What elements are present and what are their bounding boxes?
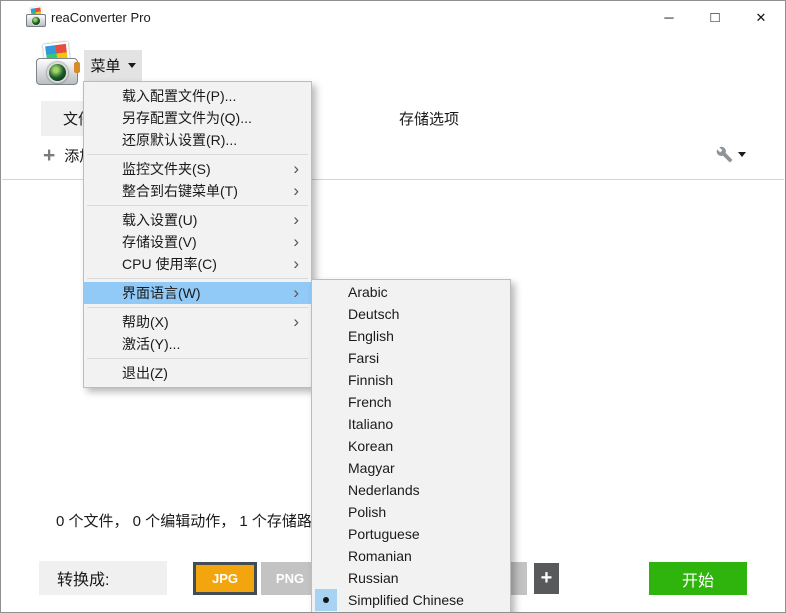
- tab-save-options-label: 存储选项: [399, 108, 459, 129]
- menu-separator: [87, 358, 308, 359]
- menu-item-label: 另存配置文件为(Q)...: [122, 108, 252, 128]
- menu-item-label: 激活(Y)...: [122, 334, 180, 354]
- menu-separator: [87, 278, 308, 279]
- menu-button-label: 菜单: [90, 55, 120, 76]
- menu-item[interactable]: 另存配置文件为(Q)...: [84, 107, 311, 129]
- language-item-label: Italiano: [348, 416, 393, 432]
- chevron-down-icon: [128, 63, 136, 68]
- menu-button[interactable]: 菜单: [84, 50, 142, 81]
- menu-item[interactable]: 界面语言(W) ›: [84, 282, 311, 304]
- menu-item[interactable]: 载入配置文件(P)...: [84, 85, 311, 107]
- menu-item[interactable]: 整合到右键菜单(T) ›: [84, 180, 311, 202]
- chevron-right-icon: ›: [293, 159, 299, 179]
- language-item[interactable]: Romanian: [312, 545, 510, 567]
- language-item[interactable]: Nederlands: [312, 479, 510, 501]
- chevron-right-icon: ›: [293, 254, 299, 274]
- language-item[interactable]: Simplified Chinese: [312, 589, 510, 611]
- language-item[interactable]: Magyar: [312, 457, 510, 479]
- menu-item[interactable]: 帮助(X) ›: [84, 311, 311, 333]
- language-item-label: Magyar: [348, 460, 395, 476]
- language-submenu-popup: Arabic Deutsch English Farsi Finnish French It…: [311, 279, 511, 613]
- roller-icon: [74, 62, 80, 73]
- language-item[interactable]: Portuguese: [312, 523, 510, 545]
- language-item[interactable]: Italiano: [312, 413, 510, 435]
- menu-item[interactable]: 存储设置(V) ›: [84, 231, 311, 253]
- language-item-label: Nederlands: [348, 482, 420, 498]
- menu-item[interactable]: CPU 使用率(C) ›: [84, 253, 311, 275]
- convert-to-label: 转换成:: [39, 561, 167, 595]
- start-button[interactable]: 开始: [649, 562, 747, 595]
- language-item[interactable]: Finnish: [312, 369, 510, 391]
- format-button-jpg[interactable]: JPG: [193, 562, 257, 595]
- language-item[interactable]: Korean: [312, 435, 510, 457]
- maximize-button[interactable]: □: [692, 2, 738, 33]
- language-item[interactable]: Arabic: [312, 281, 510, 303]
- window-title: reaConverter Pro: [51, 10, 151, 25]
- language-item-label: Arabic: [348, 284, 388, 300]
- menu-popup: 载入配置文件(P)...另存配置文件为(Q)...还原默认设置(R)... 监控文…: [83, 81, 312, 388]
- menu-item-label: 载入设置(U): [122, 210, 197, 230]
- plus-icon: +: [43, 145, 55, 166]
- language-item-label: Deutsch: [348, 306, 399, 322]
- add-format-button[interactable]: +: [534, 563, 559, 594]
- menu-item[interactable]: 激活(Y)...: [84, 333, 311, 355]
- menu-separator: [87, 154, 308, 155]
- language-item-label: Polish: [348, 504, 386, 520]
- menu-item-label: 存储设置(V): [122, 232, 197, 252]
- language-item-label: Simplified Chinese: [348, 592, 464, 608]
- menu-item[interactable]: 退出(Z): [84, 362, 311, 384]
- language-item-label: Finnish: [348, 372, 393, 388]
- menu-item[interactable]: 载入设置(U) ›: [84, 209, 311, 231]
- language-item[interactable]: French: [312, 391, 510, 413]
- menu-item[interactable]: 还原默认设置(R)...: [84, 129, 311, 151]
- minimize-button[interactable]: ─: [646, 2, 692, 33]
- menu-item-label: 界面语言(W): [122, 283, 201, 303]
- language-item[interactable]: Farsi: [312, 347, 510, 369]
- menu-item-label: 载入配置文件(P)...: [122, 86, 236, 106]
- chevron-right-icon: ›: [293, 312, 299, 332]
- chevron-right-icon: ›: [293, 210, 299, 230]
- menu-item[interactable]: 监控文件夹(S) ›: [84, 158, 311, 180]
- language-item-label: Korean: [348, 438, 393, 454]
- language-item-label: Russian: [348, 570, 399, 586]
- language-item[interactable]: English: [312, 325, 510, 347]
- tab-save-options[interactable]: 存储选项: [366, 101, 492, 136]
- language-item-label: English: [348, 328, 394, 344]
- chevron-right-icon: ›: [293, 283, 299, 303]
- language-item[interactable]: Russian: [312, 567, 510, 589]
- language-item[interactable]: Deutsch: [312, 303, 510, 325]
- file-options-button[interactable]: [712, 141, 750, 167]
- menu-item-label: 帮助(X): [122, 312, 169, 332]
- menu-item-label: CPU 使用率(C): [122, 254, 217, 274]
- language-item[interactable]: Polish: [312, 501, 510, 523]
- language-item-label: Portuguese: [348, 526, 420, 542]
- language-item-label: Farsi: [348, 350, 379, 366]
- window-controls: ─ □ ✕: [646, 2, 784, 33]
- camera-lens-icon: [31, 16, 41, 26]
- app-logo: [34, 43, 80, 89]
- menu-separator: [87, 307, 308, 308]
- camera-lens-icon: [47, 62, 68, 83]
- menu-item-label: 还原默认设置(R)...: [122, 130, 237, 150]
- language-item-label: French: [348, 394, 392, 410]
- menu-separator: [87, 205, 308, 206]
- chevron-down-icon: [738, 152, 746, 157]
- app-icon: [26, 7, 46, 27]
- language-item-label: Romanian: [348, 548, 412, 564]
- title-bar: reaConverter Pro ─ □ ✕: [1, 1, 785, 33]
- menu-item-label: 整合到右键菜单(T): [122, 181, 238, 201]
- wrench-icon: [716, 146, 733, 163]
- status-text: 0 个文件， 0 个编辑动作， 1 个存储路径: [56, 510, 327, 531]
- menu-item-label: 退出(Z): [122, 363, 168, 383]
- close-button[interactable]: ✕: [738, 2, 784, 33]
- app-window: reaConverter Pro ─ □ ✕ 菜单 文件 存储选项 + 添加文件…: [0, 0, 786, 613]
- menu-item-label: 监控文件夹(S): [122, 159, 211, 179]
- chevron-right-icon: ›: [293, 181, 299, 201]
- selected-radio-icon: [315, 589, 337, 611]
- chevron-right-icon: ›: [293, 232, 299, 252]
